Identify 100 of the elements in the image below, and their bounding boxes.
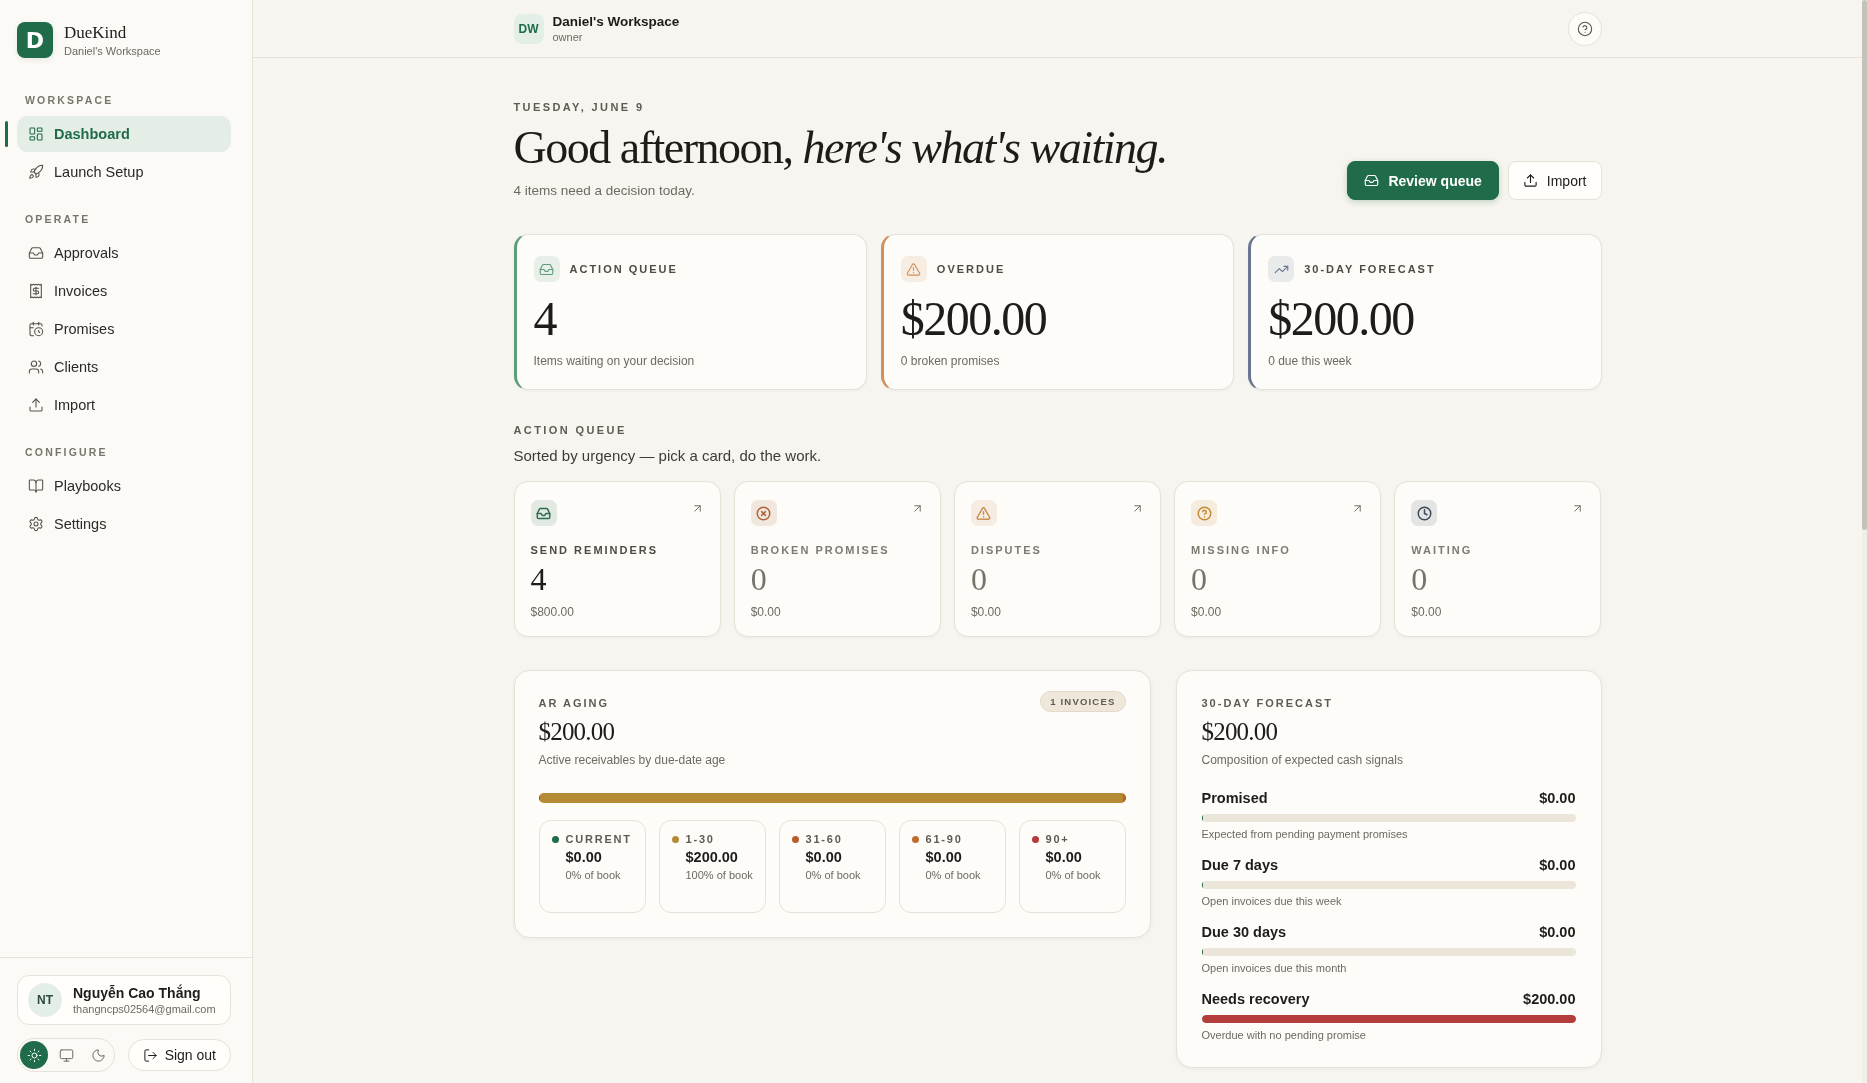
users-icon [28, 359, 44, 375]
nav-item[interactable]: Approvals [17, 235, 231, 271]
rocket-icon [28, 164, 44, 180]
nav-item[interactable]: Invoices [17, 273, 231, 309]
stat-caption: Items waiting on your decision [533, 354, 695, 368]
forecast-note: Open invoices due this month [1201, 961, 1347, 975]
forecast-note: Expected from pending payment promises [1201, 827, 1408, 841]
monitor-icon [58, 1047, 74, 1063]
queue-label: MISSING INFO [1191, 544, 1291, 557]
queue-count: 0 [1191, 562, 1208, 596]
moon-icon [90, 1047, 106, 1063]
workspace-avatar: DW [513, 13, 544, 44]
date-label: TUESDAY, JUNE 9 [513, 100, 646, 114]
panel-caption: Composition of expected cash signals [1201, 752, 1403, 768]
section-subtitle: Sorted by urgency — pick a card, do the work. [513, 446, 822, 466]
nav-item[interactable]: Clients [17, 349, 231, 385]
greeting-subtitle: 4 items need a decision today. [513, 182, 696, 200]
nav-item[interactable]: Playbooks [17, 468, 231, 504]
queue-label: BROKEN PROMISES [750, 544, 890, 557]
review-queue-button[interactable]: Review queue [1347, 161, 1499, 200]
nav-item[interactable]: Dashboard [17, 116, 231, 152]
help-icon [1576, 20, 1593, 37]
brand-name: DueKind [64, 23, 128, 43]
queue-count: 0 [750, 562, 767, 596]
trending-up-icon [1268, 256, 1295, 282]
sign-out-icon [142, 1047, 158, 1063]
stat-value: $200.00 [1268, 294, 1414, 344]
queue-amount: $0.00 [970, 605, 1001, 619]
theme-button[interactable] [20, 1041, 48, 1069]
bucket-share: 0% of book [1045, 868, 1101, 883]
bucket-share: 0% of book [925, 868, 981, 883]
nav-item[interactable]: Import [17, 387, 231, 423]
queue-card[interactable]: BROKEN PROMISES 0 $0.00 [733, 481, 941, 637]
sun-icon [26, 1047, 42, 1063]
queue-card[interactable]: DISPUTES 0 $0.00 [953, 481, 1162, 637]
panel-title: AR AGING [538, 697, 610, 710]
bucket-amount: $0.00 [565, 848, 602, 866]
stat-label: ACTION QUEUE [569, 262, 678, 276]
calendar-clock-icon [28, 321, 44, 337]
bucket-label: CURRENT [565, 833, 632, 846]
forecast-amount: $0.00 [1539, 789, 1576, 807]
sign-out-button[interactable]: Sign out [127, 1039, 231, 1071]
help-button[interactable] [1567, 11, 1602, 46]
bucket-share: 0% of book [565, 868, 622, 883]
queue-card[interactable]: MISSING INFO 0 $0.00 [1174, 481, 1382, 637]
bucket-label: 31-60 [805, 833, 843, 846]
forecast-note: Overdue with no pending promise [1201, 1028, 1366, 1042]
forecast-label: Due 30 days [1201, 923, 1287, 941]
upload-icon [1522, 173, 1538, 188]
queue-label: DISPUTES [970, 544, 1042, 557]
panel-total: $200.00 [538, 717, 615, 747]
panel-total: $200.00 [1201, 717, 1278, 747]
bucket-label: 1-30 [685, 833, 715, 846]
nav-item[interactable]: Launch Setup [17, 154, 231, 190]
panel-title: 30-DAY FORECAST [1201, 697, 1333, 710]
active-indicator [5, 121, 8, 147]
queue-amount: $0.00 [750, 605, 781, 619]
stat-value: $200.00 [900, 294, 1047, 344]
bucket-amount: $0.00 [925, 848, 962, 866]
import-button[interactable]: Import [1507, 161, 1602, 200]
section-title: ACTION QUEUE [513, 424, 627, 437]
bucket-label: 61-90 [925, 833, 963, 846]
stat-label: OVERDUE [936, 262, 1006, 276]
nav-section-label: WORKSPACE [25, 94, 114, 107]
workspace-name: Daniel's Workspace [552, 13, 680, 30]
bucket-share: 100% of book [685, 868, 753, 883]
user-card[interactable]: NT Nguyễn Cao Thắng thangncps02564@gmail.com [17, 975, 231, 1025]
nav-item[interactable]: Promises [17, 311, 231, 347]
stat-value: 4 [533, 294, 556, 344]
warning-icon [900, 256, 927, 282]
forecast-amount: $0.00 [1539, 923, 1576, 941]
inbox-icon [28, 245, 44, 261]
queue-amount: $800.00 [530, 605, 574, 619]
forecast-label: Due 7 days [1201, 856, 1279, 874]
nav-item[interactable]: Settings [17, 506, 231, 542]
greeting-headline: Good afternoon, here's what's waiting. [513, 123, 1167, 173]
nav-section-label: CONFIGURE [25, 446, 108, 459]
book-icon [28, 478, 44, 494]
queue-card[interactable]: WAITING 0 $0.00 [1394, 481, 1602, 637]
queue-label: WAITING [1411, 544, 1473, 557]
queue-amount: $0.00 [1191, 605, 1222, 619]
stat-label: 30-DAY FORECAST [1304, 262, 1436, 276]
bucket-label: 90+ [1045, 833, 1070, 846]
user-avatar: NT [28, 983, 62, 1017]
forecast-note: Open invoices due this week [1201, 894, 1342, 908]
forecast-label: Promised [1201, 789, 1268, 807]
brand-workspace: Daniel's Workspace [64, 45, 161, 57]
scrollbar[interactable] [1862, 0, 1867, 1083]
queue-card[interactable]: SEND REMINDERS 4 $800.00 [513, 481, 721, 637]
upload-icon [28, 397, 44, 413]
workspace-role: owner [552, 29, 584, 44]
logo-mark: D [17, 22, 53, 58]
forecast-label: Needs recovery [1201, 990, 1310, 1008]
forecast-amount: $0.00 [1539, 856, 1576, 874]
settings-icon [28, 516, 44, 532]
stat-caption: 0 due this week [1268, 354, 1352, 368]
queue-count: 0 [1411, 562, 1428, 596]
user-name: Nguyễn Cao Thắng [73, 984, 202, 1002]
inbox-icon [1364, 173, 1380, 188]
queue-count: 0 [970, 562, 987, 596]
